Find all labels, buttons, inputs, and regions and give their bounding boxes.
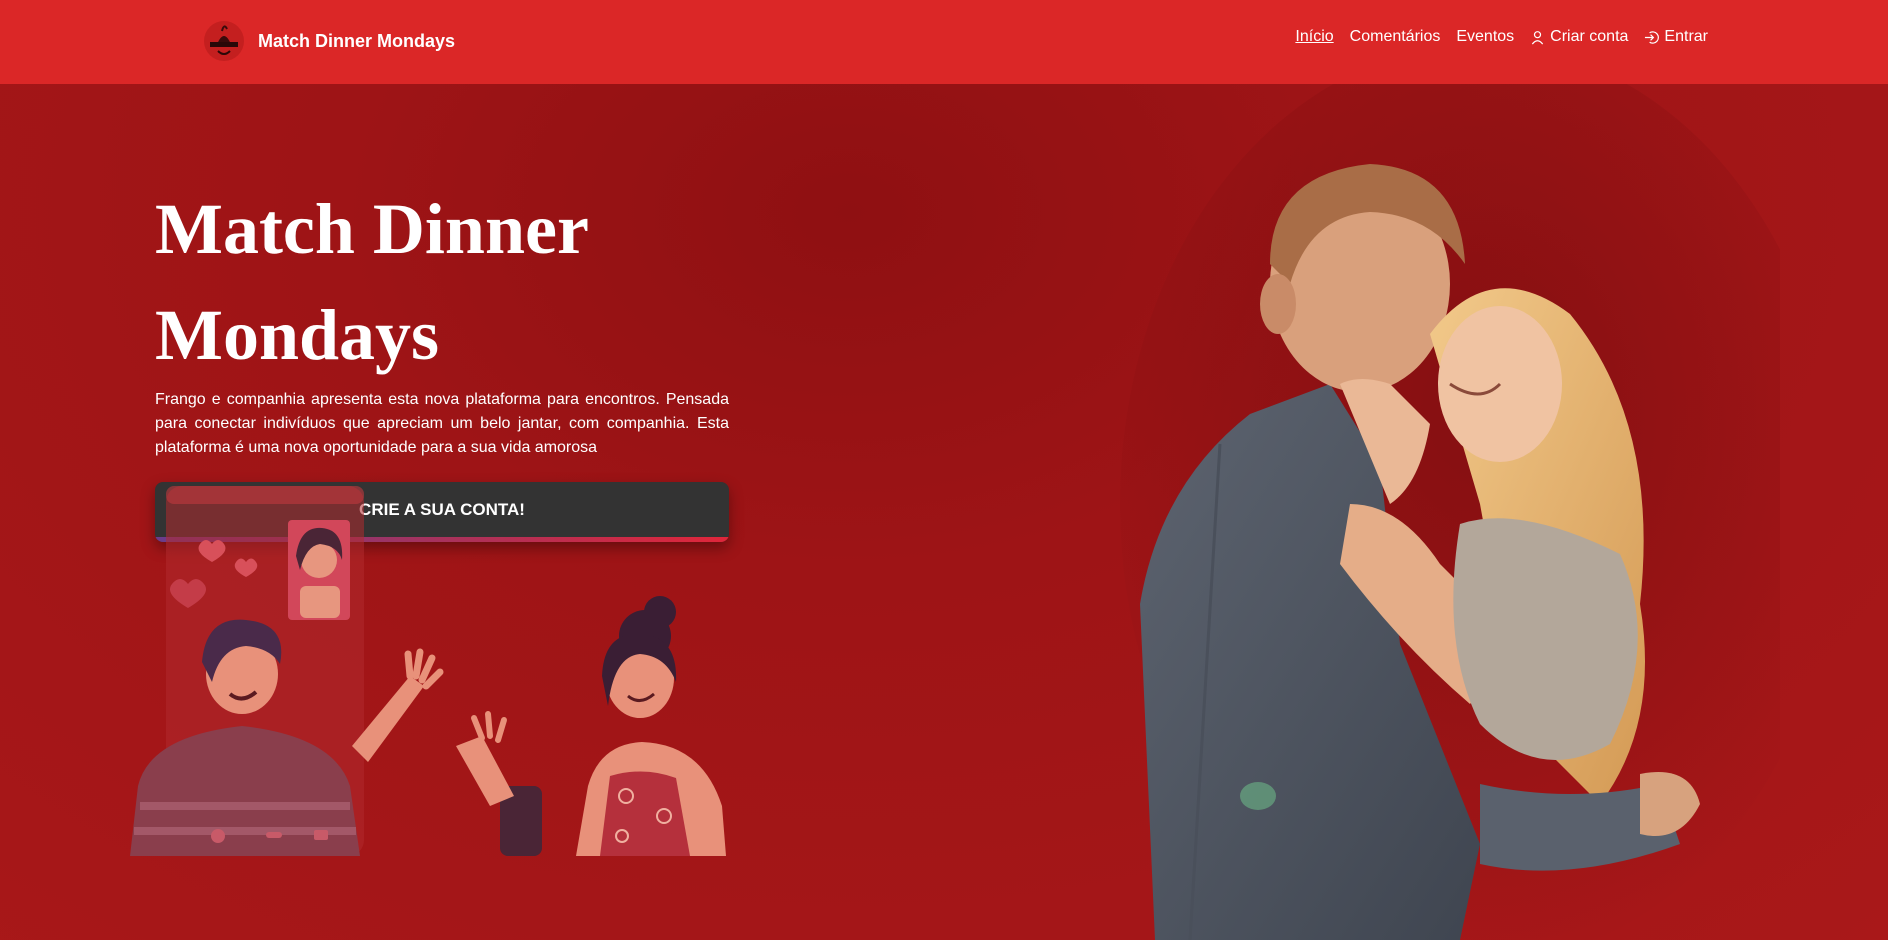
- video-call-illustration: [130, 486, 726, 856]
- brand[interactable]: Match Dinner Mondays: [200, 17, 455, 65]
- nav-link-eventos[interactable]: Eventos: [1456, 28, 1514, 46]
- nav-link-criar-conta[interactable]: Criar conta: [1530, 28, 1628, 46]
- nav-links: Início Comentários Eventos Criar conta E…: [1295, 28, 1708, 46]
- hero-title: Match Dinner Mondays: [155, 189, 588, 375]
- nav-link-label: Início: [1295, 28, 1334, 45]
- user-icon: [1532, 30, 1544, 44]
- navbar: Match Dinner Mondays Início Comentários …: [0, 0, 1888, 84]
- nav-link-label: Eventos: [1456, 28, 1515, 45]
- couple-photo: [1120, 84, 1780, 940]
- nav-link-entrar[interactable]: Entrar: [1644, 28, 1708, 46]
- nav-link-label: Entrar: [1664, 28, 1708, 45]
- hero-description: Frango e companhia apresenta esta nova p…: [155, 391, 729, 456]
- nav-link-label: Comentários: [1349, 28, 1441, 45]
- login-icon: [1645, 30, 1660, 44]
- nav-link-inicio[interactable]: Início: [1295, 28, 1333, 46]
- hero-section: Match Dinner Mondays Frango e companhia …: [0, 84, 1888, 940]
- brand-logo-icon: [204, 21, 244, 61]
- nav-link-label: Criar conta: [1550, 28, 1629, 45]
- nav-link-comentarios[interactable]: Comentários: [1350, 28, 1441, 46]
- brand-name: Match Dinner Mondays: [258, 30, 456, 51]
